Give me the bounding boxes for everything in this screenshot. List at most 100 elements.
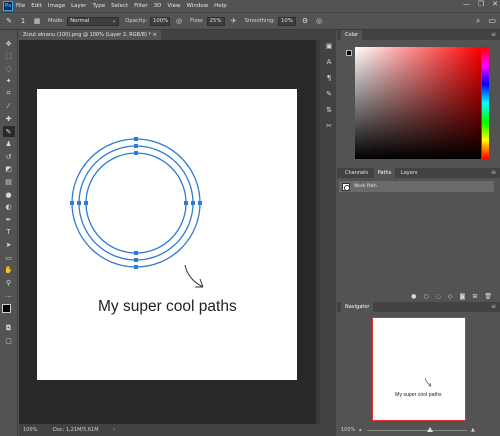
lasso-tool-icon[interactable]: ◌ bbox=[3, 63, 15, 74]
brush-tool-icon[interactable]: ✎ bbox=[2, 126, 15, 138]
screen-mode-icon[interactable]: ▢ bbox=[3, 335, 15, 346]
minimize-button[interactable]: — bbox=[463, 0, 470, 8]
marquee-tool-icon[interactable]: ⬚ bbox=[3, 51, 15, 62]
path-list-item[interactable]: Work Path bbox=[339, 181, 494, 192]
menu-select[interactable]: Select bbox=[111, 3, 128, 9]
opacity-field[interactable]: 100% bbox=[150, 16, 170, 26]
status-doc-size: Doc: 1,21M/5,61M bbox=[53, 427, 99, 433]
arrow-annotation bbox=[184, 264, 204, 288]
more-tools-icon[interactable]: … bbox=[3, 290, 15, 301]
brush-settings-icon[interactable]: ✎ bbox=[323, 88, 335, 100]
zoom-out-icon[interactable]: ▴ bbox=[359, 424, 362, 436]
eraser-tool-icon[interactable]: ◩ bbox=[3, 164, 15, 175]
eyedropper-tool-icon[interactable]: ⁄ bbox=[3, 101, 15, 112]
inner-circle-path[interactable] bbox=[85, 152, 187, 254]
menu-help[interactable]: Help bbox=[214, 3, 227, 9]
menu-file[interactable]: File bbox=[16, 3, 25, 9]
document-workspace: My super cool paths bbox=[19, 40, 316, 424]
search-icon[interactable]: ⌕ bbox=[476, 16, 480, 26]
panel-menu-icon[interactable]: ≡ bbox=[491, 168, 496, 178]
paragraph-panel-icon[interactable]: ¶ bbox=[323, 72, 335, 84]
add-mask-icon[interactable]: ◙ bbox=[460, 293, 466, 300]
zoom-slider-track[interactable] bbox=[367, 430, 467, 431]
zoom-slider-knob[interactable] bbox=[427, 427, 433, 432]
panel-menu-icon[interactable]: ≡ bbox=[491, 302, 496, 312]
gradient-tool-icon[interactable]: ▤ bbox=[3, 177, 15, 188]
dodge-tool-icon[interactable]: ◐ bbox=[3, 202, 15, 213]
menu-filter[interactable]: Filter bbox=[134, 3, 148, 9]
gear-icon[interactable]: ⚙ bbox=[300, 16, 310, 26]
navigator-preview[interactable]: My super cool paths bbox=[372, 317, 466, 421]
quick-mask-icon[interactable]: ◘ bbox=[3, 322, 15, 333]
airbrush-icon[interactable]: ✈ bbox=[229, 16, 239, 26]
smoothing-field[interactable]: 10% bbox=[278, 16, 297, 26]
brush-preset-icon[interactable]: ✎ bbox=[4, 16, 14, 26]
hue-slider[interactable] bbox=[482, 47, 489, 159]
zoom-tool-icon[interactable]: ⚲ bbox=[3, 277, 15, 288]
blur-tool-icon[interactable]: ● bbox=[3, 189, 15, 200]
pressure-opacity-icon[interactable]: ◎ bbox=[174, 16, 184, 26]
tab-paths[interactable]: Paths bbox=[373, 168, 396, 178]
tab-channels[interactable]: Channels bbox=[341, 168, 372, 178]
brush-panel-icon[interactable]: ▦ bbox=[32, 16, 42, 26]
move-tool-icon[interactable]: ✥ bbox=[3, 38, 15, 49]
tools-preset-icon[interactable]: ✂ bbox=[323, 120, 335, 132]
status-zoom[interactable]: 100% bbox=[23, 424, 37, 436]
foreground-color-swatch[interactable] bbox=[1, 304, 11, 314]
close-button[interactable]: ✕ bbox=[492, 0, 498, 8]
crop-tool-icon[interactable]: ⌗ bbox=[3, 88, 15, 99]
pressure-size-icon[interactable]: ◎ bbox=[314, 16, 324, 26]
navigator-panel: Navigator ≡ My super cool paths 100% ▴ ▲ bbox=[337, 302, 500, 436]
status-menu-icon[interactable]: › bbox=[113, 424, 115, 436]
menu-type[interactable]: Type bbox=[92, 3, 105, 9]
tab-color[interactable]: Color bbox=[341, 30, 363, 40]
character-panel-icon[interactable]: A bbox=[323, 56, 335, 68]
history-brush-tool-icon[interactable]: ↺ bbox=[3, 151, 15, 162]
make-work-path-icon[interactable]: ◇ bbox=[448, 293, 453, 300]
delete-path-icon[interactable]: 🗑 bbox=[484, 293, 492, 300]
stroke-path-icon[interactable]: ○ bbox=[423, 293, 428, 300]
opacity-label: Opacity: bbox=[125, 18, 147, 24]
mode-value: Normal bbox=[70, 18, 90, 24]
mode-select[interactable]: Normal ⌄ bbox=[67, 16, 120, 26]
menu-3d[interactable]: 3D bbox=[154, 3, 162, 9]
clone-stamp-tool-icon[interactable]: ♟ bbox=[3, 139, 15, 150]
fill-path-icon[interactable]: ● bbox=[411, 293, 416, 300]
middle-circle-path[interactable] bbox=[78, 145, 194, 261]
menu-layer[interactable]: Layer bbox=[71, 3, 86, 9]
magic-wand-tool-icon[interactable]: ✦ bbox=[3, 76, 15, 87]
type-tool-icon[interactable]: T bbox=[3, 227, 15, 238]
pen-tool-icon[interactable]: ✒ bbox=[3, 214, 15, 225]
load-selection-icon[interactable]: ◌ bbox=[436, 293, 441, 300]
hand-tool-icon[interactable]: ✋ bbox=[3, 265, 15, 276]
options-right: ⌕ ▭ bbox=[476, 16, 496, 26]
vertical-scrollbar[interactable] bbox=[316, 40, 320, 424]
document-canvas[interactable]: My super cool paths bbox=[37, 89, 297, 380]
menu-image[interactable]: Image bbox=[48, 3, 65, 9]
maximize-button[interactable]: ❐ bbox=[478, 0, 484, 8]
navigator-zoom-value[interactable]: 100% bbox=[341, 424, 355, 436]
close-tab-icon[interactable]: × bbox=[153, 32, 157, 38]
menu-view[interactable]: View bbox=[167, 3, 180, 9]
tab-layers[interactable]: Layers bbox=[397, 168, 422, 178]
panel-menu-icon[interactable]: ≡ bbox=[491, 30, 496, 40]
path-anchor-points[interactable] bbox=[70, 137, 202, 269]
flow-field[interactable]: 25% bbox=[206, 16, 225, 26]
document-tab[interactable]: Zrzut ekranu (100).png @ 100% (Layer 2, … bbox=[19, 30, 161, 40]
workspace-icon[interactable]: ▭ bbox=[488, 16, 496, 26]
menu-window[interactable]: Window bbox=[186, 3, 208, 9]
panel-foreground-swatch[interactable] bbox=[346, 50, 352, 56]
saturation-brightness-field[interactable] bbox=[355, 47, 481, 159]
tab-navigator[interactable]: Navigator bbox=[341, 302, 374, 312]
outer-circle-path[interactable] bbox=[71, 138, 201, 268]
zoom-in-icon[interactable]: ▲ bbox=[471, 424, 475, 436]
shape-tool-icon[interactable]: ▭ bbox=[3, 252, 15, 263]
clone-source-icon[interactable]: ⇅ bbox=[323, 104, 335, 116]
healing-tool-icon[interactable]: ✚ bbox=[3, 114, 15, 125]
brush-size-value[interactable]: 1 bbox=[18, 16, 28, 26]
color-swatches[interactable] bbox=[1, 304, 16, 318]
history-panel-icon[interactable]: ▣ bbox=[323, 40, 335, 52]
new-path-icon[interactable]: ⊞ bbox=[472, 293, 477, 300]
path-selection-tool-icon[interactable]: ➤ bbox=[3, 240, 15, 251]
menu-edit[interactable]: Edit bbox=[31, 3, 42, 9]
